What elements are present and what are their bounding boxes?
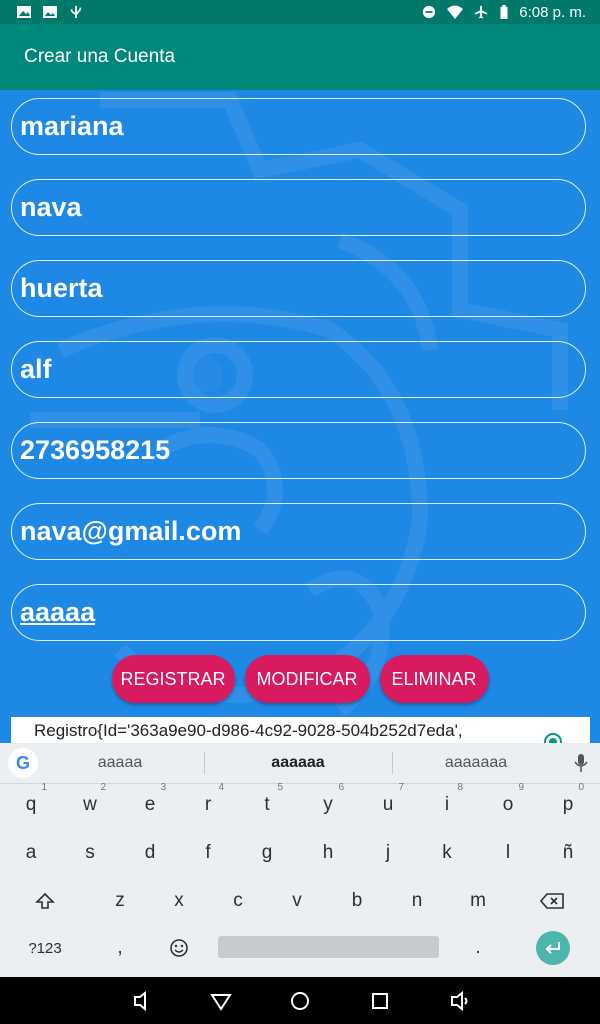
photo-icon — [43, 6, 57, 18]
apellido-paterno-value: nava — [20, 192, 82, 222]
navigation-bar — [0, 977, 600, 1024]
key-label: e — [144, 794, 156, 815]
recents-icon[interactable] — [369, 990, 391, 1012]
key-hint: 6 — [338, 782, 344, 793]
apellido-materno-value: huerta — [20, 273, 103, 303]
enter-icon — [545, 942, 560, 954]
key-hint: 7 — [398, 782, 404, 793]
key-label: r — [204, 794, 212, 815]
emoji-key[interactable] — [149, 919, 209, 977]
suggestion-divider — [392, 752, 393, 774]
suggestion-divider — [204, 752, 205, 774]
microphone-icon[interactable] — [574, 753, 588, 773]
registrar-button[interactable]: REGISTRAR — [111, 655, 235, 703]
usb-icon — [70, 5, 82, 19]
back-icon[interactable] — [210, 990, 232, 1012]
password-value: aaaaa — [20, 597, 96, 627]
correo-field[interactable]: nava@gmail.com — [11, 503, 586, 560]
key-label: u — [382, 794, 394, 815]
symbols-key[interactable]: ?123 — [15, 919, 75, 977]
modificar-button[interactable]: MODIFICAR — [244, 655, 370, 703]
page-title: Crear una Cuenta — [24, 46, 176, 67]
nombre-value: mariana — [20, 111, 124, 141]
backspace-icon — [540, 893, 564, 909]
eliminar-button[interactable]: ELIMINAR — [379, 655, 489, 703]
key-label: p — [562, 794, 574, 815]
key-label: q — [25, 794, 37, 815]
key-period[interactable]: . — [448, 919, 508, 977]
key-hint: 9 — [518, 782, 524, 793]
key-label: o — [502, 794, 514, 815]
record-list-item[interactable]: Registro{Id='363a9e90-d986-4c92-9028-504… — [11, 717, 590, 743]
key-hint: 5 — [277, 782, 283, 793]
telefono-value: 2736958215 — [20, 435, 171, 465]
space-bar[interactable] — [218, 936, 439, 958]
google-icon[interactable]: G — [8, 748, 38, 778]
record-radio-button[interactable] — [544, 733, 562, 743]
key-row-4: ?123 , . — [0, 919, 600, 977]
usuario-value: alf — [20, 354, 52, 384]
record-text: Registro{Id='363a9e90-d986-4c92-9028-504… — [34, 721, 463, 740]
key-hint: 4 — [218, 782, 224, 793]
status-time: 6:08 p. m. — [519, 3, 586, 21]
key-hint: 3 — [160, 782, 166, 793]
key-label: t — [264, 794, 270, 815]
key-label: w — [83, 794, 97, 815]
wifi-icon — [447, 5, 464, 19]
apellido-paterno-field[interactable]: nava — [11, 179, 586, 236]
airplane-icon — [475, 5, 488, 19]
nombre-field[interactable]: mariana — [11, 98, 586, 155]
soft-keyboard: G aaaaa aaaaaa aaaaaaa q1 w2 e3 r4 t5 y6… — [0, 743, 600, 977]
enter-key[interactable] — [536, 931, 570, 965]
apellido-materno-field[interactable]: huerta — [11, 260, 586, 317]
shift-icon — [35, 892, 55, 909]
status-bar: 6:08 p. m. — [0, 0, 600, 24]
key-label: i — [444, 794, 450, 815]
key-comma[interactable]: , — [90, 919, 150, 977]
password-field[interactable]: aaaaa — [11, 584, 586, 641]
key-label: y — [323, 794, 333, 815]
key-hint: 1 — [41, 782, 47, 793]
key-hint: 8 — [457, 782, 463, 793]
key-hint: 0 — [578, 782, 584, 793]
register-form: mariana nava huerta alf 2736958215 nava@… — [0, 90, 600, 743]
volume-down-icon[interactable] — [131, 990, 153, 1012]
correo-value: nava@gmail.com — [20, 516, 242, 546]
image-icon — [17, 6, 31, 18]
usuario-field[interactable]: alf — [11, 341, 586, 398]
key-hint: 2 — [100, 782, 106, 793]
battery-icon — [500, 5, 508, 19]
volume-up-icon[interactable] — [449, 990, 471, 1012]
telefono-field[interactable]: 2736958215 — [11, 422, 586, 479]
action-buttons: REGISTRAR MODIFICAR ELIMINAR — [0, 655, 600, 705]
home-icon[interactable] — [289, 990, 311, 1012]
app-bar: Crear una Cuenta — [0, 24, 600, 90]
emoji-icon — [170, 939, 188, 957]
dnd-icon — [423, 5, 436, 19]
